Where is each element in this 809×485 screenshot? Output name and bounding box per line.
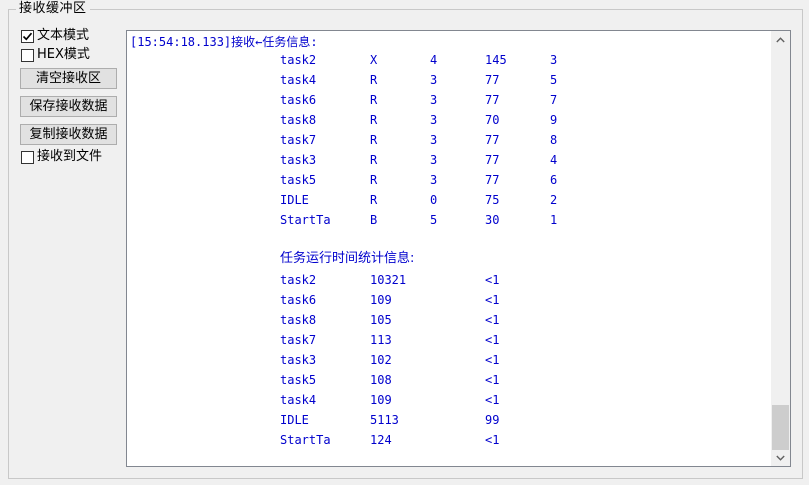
save-receive-data-button[interactable]: 保存接收数据 xyxy=(20,96,117,117)
task-cell-name: task3 xyxy=(280,153,317,167)
stats-cell-percent: <1 xyxy=(485,393,500,407)
hex-mode-label: HEX模式 xyxy=(37,47,90,62)
task-cell-state: R xyxy=(370,193,378,207)
vertical-scrollbar[interactable] xyxy=(771,31,790,466)
stats-cell-run-time: 124 xyxy=(370,433,392,447)
task-cell-stack: 77 xyxy=(485,73,500,87)
task-cell-stack: 77 xyxy=(485,153,500,167)
task-cell-priority: 3 xyxy=(430,153,438,167)
stats-cell-percent: <1 xyxy=(485,273,500,287)
groupbox-title: 接收缓冲区 xyxy=(16,1,90,17)
stats-cell-run-time: 113 xyxy=(370,333,392,347)
task-cell-name: task6 xyxy=(280,93,317,107)
task-cell-stack: 145 xyxy=(485,53,507,67)
task-cell-number: 3 xyxy=(550,53,558,67)
task-cell-number: 5 xyxy=(550,73,558,87)
task-cell-priority: 3 xyxy=(430,173,438,187)
stats-cell-percent: <1 xyxy=(485,433,500,447)
task-cell-state: B xyxy=(370,213,378,227)
task-cell-priority: 3 xyxy=(430,113,438,127)
task-cell-state: R xyxy=(370,173,378,187)
task-cell-name: task4 xyxy=(280,73,317,87)
task-cell-stack: 77 xyxy=(485,133,500,147)
stats-cell-run-time: 102 xyxy=(370,353,392,367)
scroll-down-button[interactable] xyxy=(771,449,790,466)
stats-cell-name: task3 xyxy=(280,353,317,367)
task-cell-stack: 70 xyxy=(485,113,500,127)
stats-cell-name: task4 xyxy=(280,393,317,407)
stats-cell-name: task8 xyxy=(280,313,317,327)
text-mode-checkbox[interactable]: 文本模式 xyxy=(21,28,89,44)
stats-cell-run-time: 10321 xyxy=(370,273,407,287)
stats-cell-name: StartTa xyxy=(280,433,331,447)
chevron-down-icon xyxy=(776,455,785,461)
stats-cell-name: task5 xyxy=(280,373,317,387)
task-cell-stack: 77 xyxy=(485,173,500,187)
receive-text-area[interactable]: [15:54:18.133]接收←任务信息: task2 X 4 145 3 task4 R… xyxy=(126,30,791,467)
task-cell-number: 8 xyxy=(550,133,558,147)
scroll-thumb[interactable] xyxy=(772,405,789,450)
stats-cell-run-time: 5113 xyxy=(370,413,399,427)
task-cell-state: R xyxy=(370,153,378,167)
task-cell-stack: 75 xyxy=(485,193,500,207)
task-cell-state: R xyxy=(370,93,378,107)
scroll-up-button[interactable] xyxy=(771,31,790,48)
task-cell-name: task8 xyxy=(280,113,317,127)
task-cell-priority: 0 xyxy=(430,193,438,207)
stats-cell-percent: <1 xyxy=(485,333,500,347)
stats-cell-percent: <1 xyxy=(485,353,500,367)
receive-to-file-label: 接收到文件 xyxy=(37,149,103,164)
task-cell-stack: 77 xyxy=(485,93,500,107)
receive-to-file-checkbox-box[interactable] xyxy=(21,150,34,164)
stats-cell-percent: <1 xyxy=(485,313,500,327)
task-cell-name: IDLE xyxy=(280,193,309,207)
task-cell-priority: 3 xyxy=(430,73,438,87)
chevron-up-icon xyxy=(776,36,785,42)
task-cell-name: task7 xyxy=(280,133,317,147)
task-cell-priority: 4 xyxy=(430,53,438,67)
task-cell-number: 9 xyxy=(550,113,558,127)
task-cell-state: X xyxy=(370,53,378,67)
stats-cell-run-time: 105 xyxy=(370,313,392,327)
stats-cell-name: task6 xyxy=(280,293,317,307)
task-cell-stack: 30 xyxy=(485,213,500,227)
task-cell-priority: 5 xyxy=(430,213,438,227)
task-cell-priority: 3 xyxy=(430,133,438,147)
task-cell-name: StartTa xyxy=(280,213,331,227)
copy-receive-data-button[interactable]: 复制接收数据 xyxy=(20,124,117,145)
receive-to-file-checkbox[interactable]: 接收到文件 xyxy=(21,149,102,165)
stats-cell-percent: 99 xyxy=(485,413,500,427)
stats-cell-run-time: 108 xyxy=(370,373,392,387)
stats-cell-percent: <1 xyxy=(485,373,500,387)
task-cell-state: R xyxy=(370,73,378,87)
stats-header: 任务运行时间统计信息: xyxy=(280,251,415,266)
checkmark-icon xyxy=(22,32,33,40)
task-cell-number: 6 xyxy=(550,173,558,187)
task-cell-number: 2 xyxy=(550,193,558,207)
stats-cell-name: IDLE xyxy=(280,413,309,427)
task-cell-state: R xyxy=(370,133,378,147)
task-cell-priority: 3 xyxy=(430,93,438,107)
task-cell-number: 4 xyxy=(550,153,558,167)
clear-receive-button[interactable]: 清空接收区 xyxy=(20,68,117,89)
receive-header: [15:54:18.133]接收←任务信息: xyxy=(130,35,318,49)
text-mode-checkbox-box[interactable] xyxy=(21,29,34,43)
stats-cell-run-time: 109 xyxy=(370,293,392,307)
stats-cell-percent: <1 xyxy=(485,293,500,307)
task-cell-state: R xyxy=(370,113,378,127)
task-cell-number: 7 xyxy=(550,93,558,107)
hex-mode-checkbox[interactable]: HEX模式 xyxy=(21,47,90,63)
stats-cell-run-time: 109 xyxy=(370,393,392,407)
task-cell-name: task2 xyxy=(280,53,317,67)
stats-cell-name: task2 xyxy=(280,273,317,287)
task-cell-name: task5 xyxy=(280,173,317,187)
task-cell-number: 1 xyxy=(550,213,558,227)
text-mode-label: 文本模式 xyxy=(37,28,90,43)
stats-cell-name: task7 xyxy=(280,333,317,347)
hex-mode-checkbox-box[interactable] xyxy=(21,48,34,62)
